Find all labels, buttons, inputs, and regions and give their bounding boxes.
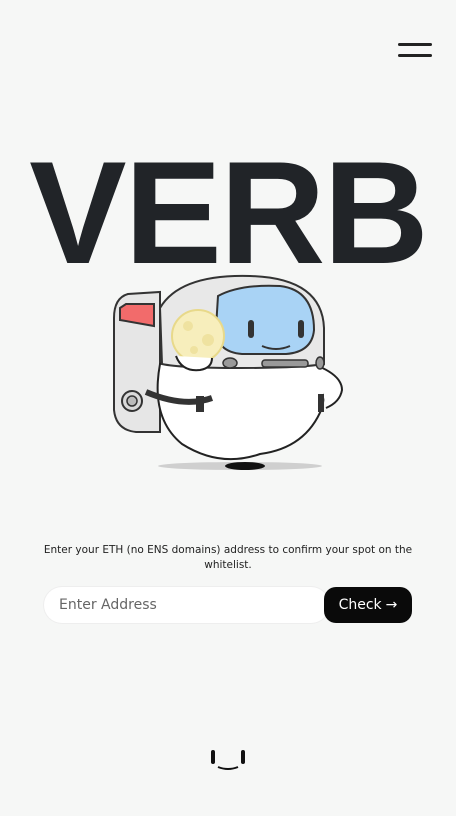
whitelist-instructions: Enter your ETH (no ENS domains) address … [43,544,413,571]
brand-title: VERB [29,131,429,294]
check-button[interactable]: Check → [324,587,412,623]
verb-face-logo-icon [211,750,245,770]
address-input[interactable] [44,587,329,623]
check-button-label: Check [338,597,382,613]
arrow-right-icon: → [385,597,398,613]
astronaut-mascot-illustration [113,274,344,470]
hamburger-menu-icon-bar [398,54,432,57]
menu-button[interactable] [398,40,432,62]
hamburger-menu-icon [398,43,432,46]
